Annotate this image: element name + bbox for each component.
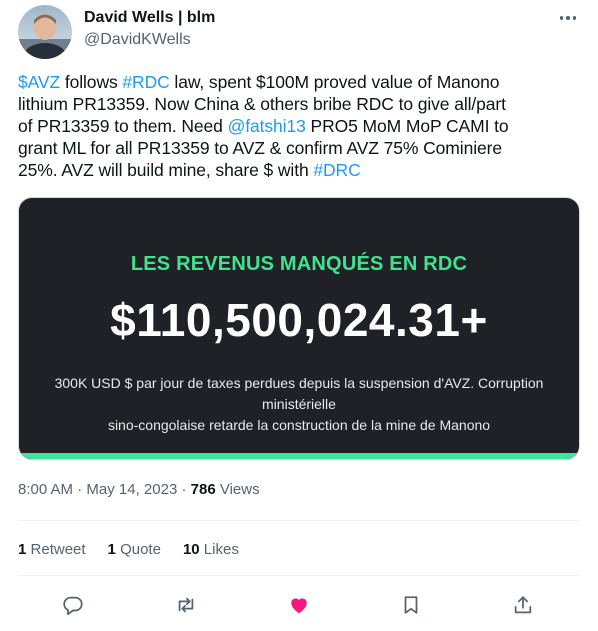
avatar[interactable]: [18, 5, 72, 59]
tweet-text-segment: follows: [60, 72, 123, 92]
tweet-time[interactable]: 8:00 AM: [18, 481, 73, 498]
tweet-actions: [0, 589, 598, 621]
share-icon[interactable]: [507, 589, 539, 621]
likes-label: Likes: [203, 541, 239, 558]
hashtag-link[interactable]: #RDC: [122, 72, 169, 92]
card-accent-bar: [19, 453, 579, 459]
tweet-text-segment: PRO5 MoM MoP CAMI to: [305, 116, 509, 136]
author-name[interactable]: David Wells | blm: [84, 8, 215, 28]
card-description-line: 300K USD $ par jour de taxes perdues dep…: [54, 375, 544, 412]
author-block[interactable]: David Wells | blm @DavidKWells: [84, 8, 215, 50]
likes-count: 10: [182, 541, 200, 558]
card-amount: $110,500,024.31+: [110, 294, 488, 346]
tweet-text-segment: law, spent $100M proved value of Manono: [169, 72, 500, 92]
cashtag-link[interactable]: $AVZ: [18, 72, 60, 92]
quotes-label: Quote: [120, 541, 161, 558]
tweet-text-segment: lithium PR13359. Now China & others brib…: [18, 94, 506, 114]
tweet-image-card[interactable]: LES REVENUS MANQUÉS EN RDC $110,500,024.…: [18, 197, 580, 460]
more-icon[interactable]: [556, 8, 580, 28]
tweet-text-line: of PR13359 to them. Need @fatshi13 PRO5 …: [18, 115, 584, 137]
divider: [18, 520, 580, 521]
tweet-text-line: lithium PR13359. Now China & others brib…: [18, 93, 584, 115]
quotes-count: 1: [107, 541, 116, 558]
bookmark-icon[interactable]: [395, 589, 427, 621]
card-title: LES REVENUS MANQUÉS EN RDC: [130, 253, 468, 275]
tweet-text: $AVZ follows #RDC law, spent $100M prove…: [18, 71, 584, 181]
views-count: 786: [190, 481, 216, 498]
tweet-text-segment: of PR13359 to them. Need: [18, 116, 228, 136]
mention-link[interactable]: @fatshi13: [228, 116, 306, 136]
tweet-text-line: 25%. AVZ will build mine, share $ with #…: [18, 159, 584, 181]
tweet-stats: 1 Retweet 1 Quote 10 Likes: [18, 541, 239, 558]
likes-stat[interactable]: 10 Likes: [183, 541, 239, 558]
meta-separator: ·: [177, 481, 191, 498]
tweet-text-segment: 25%. AVZ will build mine, share $ with: [18, 160, 314, 180]
heart-icon[interactable]: [283, 589, 315, 621]
retweets-count: 1: [18, 541, 27, 558]
card-description: 300K USD $ par jour de taxes perdues dep…: [19, 373, 579, 436]
quotes-stat[interactable]: 1 Quote: [108, 541, 161, 558]
views-label: Views: [219, 481, 260, 498]
retweets-label: Retweet: [30, 541, 86, 558]
meta-separator: ·: [73, 481, 87, 498]
tweet-date[interactable]: May 14, 2023: [86, 481, 177, 498]
tweet-meta: 8:00 AM · May 14, 2023 · 786 Views: [18, 481, 260, 498]
retweets-stat[interactable]: 1 Retweet: [18, 541, 86, 558]
tweet-text-line: grant ML for all PR13359 to AVZ & confir…: [18, 137, 584, 159]
author-handle[interactable]: @DavidKWells: [84, 30, 215, 50]
tweet-text-segment: grant ML for all PR13359 to AVZ & confir…: [18, 138, 502, 158]
reply-icon[interactable]: [57, 589, 89, 621]
retweet-icon[interactable]: [170, 589, 202, 621]
hashtag-link[interactable]: #DRC: [313, 160, 360, 180]
card-description-line: sino-congolaise retarde la construction …: [107, 417, 491, 433]
divider: [18, 575, 580, 576]
tweet-text-line: $AVZ follows #RDC law, spent $100M prove…: [18, 71, 584, 93]
